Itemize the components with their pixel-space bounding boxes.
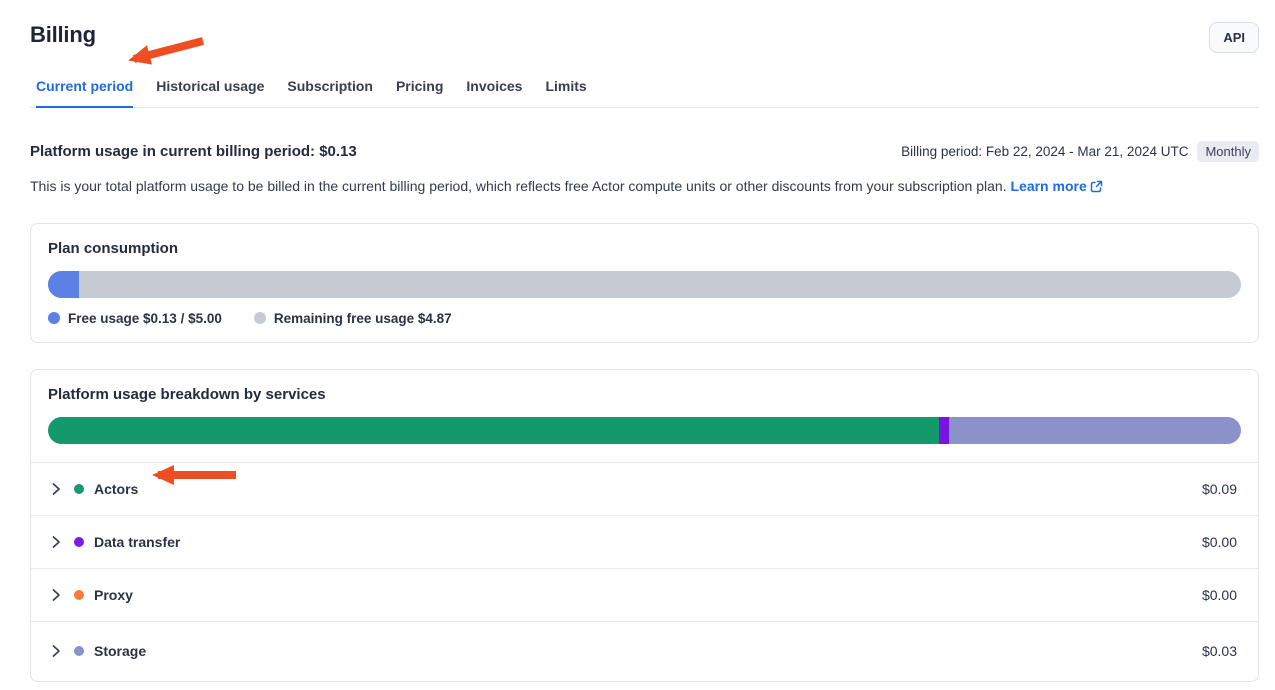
plan-consumption-legend: Free usage $0.13 / $5.00 Remaining free … — [48, 311, 1241, 326]
billing-period-text: Billing period: Feb 22, 2024 - Mar 21, 2… — [901, 144, 1188, 159]
legend-label: Free usage $0.13 / $5.00 — [68, 311, 222, 326]
tab[interactable]: Historical usage — [156, 78, 264, 108]
usage-heading: Platform usage in current billing period… — [30, 143, 357, 160]
legend-item: Remaining free usage $4.87 — [254, 311, 452, 326]
chevron-right-icon[interactable] — [52, 535, 61, 549]
tab[interactable]: Pricing — [396, 78, 443, 108]
page-header: Billing API — [30, 22, 1259, 53]
billing-cycle-badge: Monthly — [1197, 141, 1259, 162]
chevron-right-icon[interactable] — [52, 588, 61, 602]
service-color-dot — [74, 646, 84, 656]
usage-bar-segment — [48, 417, 939, 444]
usage-description: This is your total platform usage to be … — [30, 177, 1259, 197]
legend-label: Remaining free usage $4.87 — [274, 311, 452, 326]
service-rows: Actors $0.09 Data transfer $0.00 Proxy $… — [31, 462, 1258, 681]
service-color-dot — [74, 484, 84, 494]
service-color-dot — [74, 590, 84, 600]
service-amount: $0.00 — [1202, 587, 1237, 603]
service-color-dot — [74, 537, 84, 547]
service-row[interactable]: Actors $0.09 — [31, 462, 1258, 515]
plan-consumption-card: Plan consumption Free usage $0.13 / $5.0… — [30, 223, 1259, 343]
service-row[interactable]: Data transfer $0.00 — [31, 515, 1258, 568]
learn-more-label: Learn more — [1010, 178, 1086, 194]
chevron-right-icon[interactable] — [52, 482, 61, 496]
usage-breakdown-card: Platform usage breakdown by services Act… — [30, 369, 1259, 682]
service-name: Actors — [94, 481, 138, 497]
usage-bar-segment — [939, 417, 949, 444]
page-title: Billing — [30, 22, 96, 48]
service-row[interactable]: Proxy $0.00 — [31, 568, 1258, 621]
chevron-right-icon[interactable] — [52, 644, 61, 658]
free-usage-bar-fill — [48, 271, 79, 298]
usage-bar-segment — [949, 417, 1241, 444]
tab[interactable]: Current period — [36, 78, 133, 108]
service-name: Proxy — [94, 587, 133, 603]
service-row[interactable]: Storage $0.03 — [31, 621, 1258, 681]
tab[interactable]: Subscription — [287, 78, 373, 108]
plan-consumption-title: Plan consumption — [48, 240, 1241, 257]
legend-dot — [254, 312, 266, 324]
plan-consumption-bar — [48, 271, 1241, 298]
service-name: Storage — [94, 643, 146, 659]
service-name: Data transfer — [94, 534, 180, 550]
legend-dot — [48, 312, 60, 324]
usage-breakdown-bar — [48, 417, 1241, 444]
service-amount: $0.03 — [1202, 643, 1237, 659]
tab[interactable]: Invoices — [466, 78, 522, 108]
learn-more-link[interactable]: Learn more — [1010, 178, 1102, 194]
tab[interactable]: Limits — [545, 78, 586, 108]
billing-period-group: Billing period: Feb 22, 2024 - Mar 21, 2… — [901, 141, 1259, 162]
billing-tabs: Current period Historical usage Subscripti… — [30, 78, 1259, 108]
usage-breakdown-title: Platform usage breakdown by services — [48, 386, 1241, 403]
usage-summary-row: Platform usage in current billing period… — [30, 141, 1259, 162]
external-link-icon — [1090, 180, 1103, 193]
usage-description-text: This is your total platform usage to be … — [30, 178, 1007, 194]
service-amount: $0.00 — [1202, 534, 1237, 550]
legend-item: Free usage $0.13 / $5.00 — [48, 311, 222, 326]
billing-page: Billing API Current period Historical usa… — [0, 0, 1275, 682]
api-button[interactable]: API — [1209, 22, 1259, 53]
service-amount: $0.09 — [1202, 481, 1237, 497]
